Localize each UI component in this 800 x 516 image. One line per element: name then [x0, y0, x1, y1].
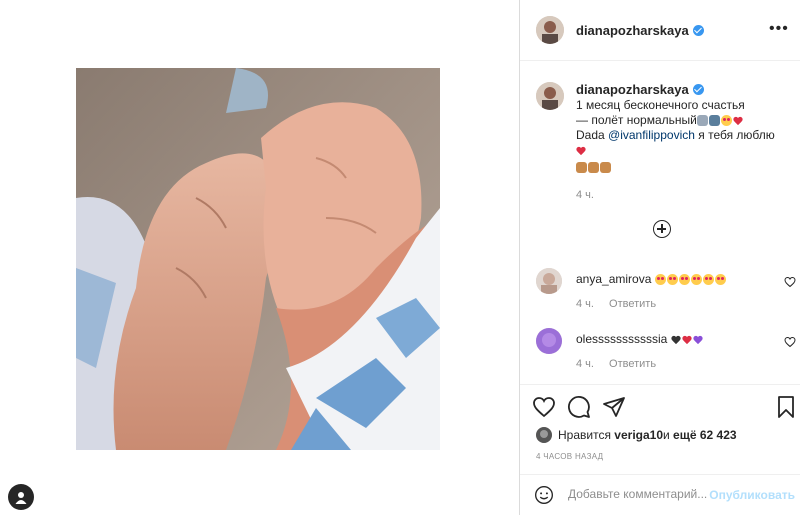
- heart-icon[interactable]: [532, 395, 556, 419]
- parents-emoji-icon: [600, 162, 611, 173]
- avatar[interactable]: [536, 328, 562, 354]
- comment-text: anya_amirova: [576, 272, 766, 286]
- caption-username[interactable]: dianapozharskaya: [576, 82, 689, 97]
- author-avatar-image: [536, 16, 564, 44]
- comment-meta: 4 ч. Ответить: [576, 298, 668, 310]
- heart-eyes-emoji-icon: [654, 274, 666, 285]
- likes-count[interactable]: ещё 62 423: [673, 428, 737, 442]
- commenter-avatar-image: [536, 268, 562, 294]
- baby-emoji-icon: [588, 162, 599, 173]
- liker-avatar-image: [536, 427, 552, 443]
- plus-circle-icon[interactable]: [653, 220, 671, 238]
- verified-badge-icon: [692, 84, 704, 95]
- comment-input[interactable]: [568, 487, 713, 501]
- add-comment-bar: Опубликовать: [520, 474, 800, 516]
- heart-eyes-emoji-icon: [690, 274, 702, 285]
- reply-button[interactable]: Ответить: [609, 298, 656, 310]
- post-media-pane: [0, 0, 518, 515]
- heart-emoji-icon: [576, 147, 586, 156]
- post-header: dianapozharskaya •••: [520, 0, 800, 61]
- caption-line: — полёт нормальный: [576, 113, 697, 127]
- liker-username[interactable]: veriga10: [614, 428, 663, 442]
- caption-mention-link[interactable]: @ivanfilippovich: [608, 128, 695, 142]
- avatar[interactable]: [536, 427, 552, 443]
- more-icon[interactable]: •••: [769, 21, 789, 37]
- avatar[interactable]: [536, 268, 562, 294]
- purple-heart-emoji-icon: [693, 336, 703, 345]
- red-heart-emoji-icon: [682, 336, 692, 345]
- avatar[interactable]: [536, 82, 564, 110]
- likes-prefix: Нравится: [558, 428, 611, 442]
- caption-line: 1 месяц бесконечного счастья: [576, 98, 745, 112]
- post-photo[interactable]: [76, 68, 440, 450]
- send-icon[interactable]: [602, 395, 626, 419]
- profile-icon[interactable]: [8, 484, 34, 510]
- likes-summary: Нравится veriga10 и ещё 62 423: [536, 427, 737, 443]
- heart-eyes-emoji-icon: [666, 274, 678, 285]
- avatar[interactable]: [536, 16, 564, 44]
- emoji-icon[interactable]: [534, 485, 554, 505]
- post-author[interactable]: dianapozharskaya: [576, 22, 704, 40]
- comment-meta: 4 ч. Ответить: [576, 358, 668, 370]
- bookmark-icon[interactable]: [774, 395, 798, 419]
- commenter-avatar-image: [536, 328, 562, 354]
- heart-emoji-icon: [733, 117, 743, 126]
- heart-eyes-emoji-icon: [702, 274, 714, 285]
- comment-timestamp[interactable]: 4 ч.: [576, 358, 594, 370]
- caption-dada-suffix: я тебя люблю: [694, 128, 775, 142]
- likes-middle: и: [663, 428, 670, 442]
- post-date[interactable]: 4 часов назад: [536, 452, 603, 461]
- post-details-pane: dianapozharskaya ••• dianapozharskaya 1 …: [519, 0, 800, 515]
- smiley-emoji-icon: [720, 115, 732, 126]
- comment-text: olesssssssssssia: [576, 332, 766, 346]
- comment-item: anya_amirova 4 ч. Ответить: [536, 268, 796, 318]
- post-actions: Нравится veriga10 и ещё 62 423 4 часов н…: [520, 384, 800, 485]
- heart-eyes-emoji-icon: [714, 274, 726, 285]
- heart-eyes-emoji-icon: [678, 274, 690, 285]
- rocket-emoji-icon: [696, 115, 708, 126]
- black-heart-emoji-icon: [671, 336, 681, 345]
- comment-item: olesssssssssssia 4 ч. Ответить: [536, 328, 796, 378]
- caption-text: dianapozharskaya 1 месяц бесконечного сч…: [576, 82, 786, 203]
- caption-dada: Dada: [576, 128, 609, 142]
- author-avatar-image: [536, 82, 564, 110]
- comment-icon[interactable]: [567, 395, 591, 419]
- heart-icon[interactable]: [784, 336, 796, 348]
- baby-fists-photo: [76, 68, 440, 450]
- author-username[interactable]: dianapozharskaya: [576, 23, 689, 38]
- heart-icon[interactable]: [784, 276, 796, 288]
- reply-button[interactable]: Ответить: [609, 358, 656, 370]
- publish-button[interactable]: Опубликовать: [709, 488, 795, 502]
- sunglasses-emoji-icon: [708, 115, 720, 126]
- verified-badge-icon: [692, 25, 704, 36]
- comment-username[interactable]: anya_amirova: [576, 272, 651, 286]
- comment-timestamp[interactable]: 4 ч.: [576, 298, 594, 310]
- comment-username[interactable]: olesssssssssssia: [576, 332, 667, 346]
- person-icon: [15, 492, 27, 504]
- caption-timestamp[interactable]: 4 ч.: [576, 188, 786, 203]
- family-emoji-icon: [576, 162, 587, 173]
